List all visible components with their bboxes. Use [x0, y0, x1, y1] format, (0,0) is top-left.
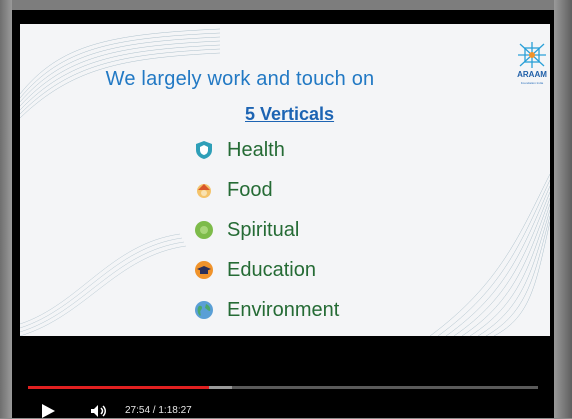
- progress-played: [28, 386, 210, 389]
- outer-frame-left: [0, 0, 12, 418]
- progress-bar[interactable]: [28, 386, 538, 389]
- decorative-swirl-bottom-right: [429, 174, 550, 336]
- list-item: Education: [193, 250, 339, 290]
- logo-text: ARAAM: [517, 70, 547, 79]
- logo-subtext: Foundation India: [520, 81, 544, 85]
- spiritual-icon: [195, 221, 213, 239]
- slide-headline: We largely work and touch on: [105, 68, 375, 90]
- logo-mark-icon: [518, 42, 546, 68]
- presentation-slide: We largely work and touch on 5 Verticals…: [20, 24, 550, 336]
- vertical-label: Health: [227, 138, 285, 161]
- food-icon: [197, 184, 211, 198]
- vertical-label: Spiritual: [227, 218, 300, 241]
- slide-subhead: 5 Verticals: [245, 104, 335, 124]
- video-player[interactable]: We largely work and touch on 5 Verticals…: [12, 10, 554, 418]
- graduation-cap-icon: [195, 261, 213, 279]
- list-item: Health: [193, 130, 339, 170]
- shield-icon: [196, 141, 212, 159]
- volume-icon[interactable]: [90, 404, 108, 418]
- player-controls: 27:54 / 1:18:27: [12, 376, 554, 418]
- outer-frame-right: [554, 0, 572, 418]
- vertical-label: Education: [227, 258, 316, 281]
- list-item: Food: [193, 170, 339, 210]
- verticals-list: Health Food Spiritual Education Environm…: [193, 130, 339, 330]
- list-item: Spiritual: [193, 210, 339, 250]
- outer-frame-top: [0, 0, 572, 10]
- play-button[interactable]: [40, 403, 56, 419]
- vertical-label: Food: [227, 178, 273, 201]
- araam-logo: ARAAM Foundation India: [516, 40, 548, 90]
- list-item: Environment: [193, 290, 339, 330]
- globe-icon: [195, 301, 213, 319]
- time-display: 27:54 / 1:18:27: [125, 405, 192, 416]
- vertical-label: Environment: [227, 298, 340, 321]
- decorative-swirl-left: [20, 233, 187, 336]
